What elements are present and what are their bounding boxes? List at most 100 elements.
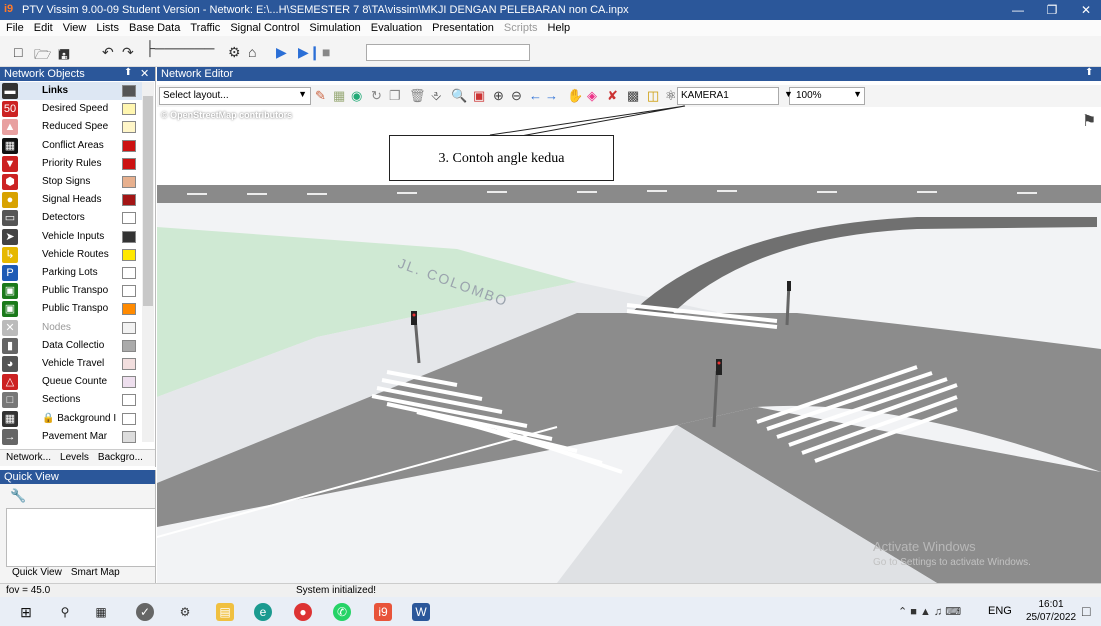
color-swatch[interactable] [122,430,136,443]
menu-view[interactable]: View [57,20,91,34]
network-object-row[interactable]: ✕ Nodes [0,319,142,337]
menu-traffic[interactable]: Traffic [184,20,224,34]
menu-base-data[interactable]: Base Data [123,20,184,34]
network-object-row[interactable]: ▣ Public Transpo [0,282,142,300]
network-object-row[interactable]: ▬ Links [0,82,142,100]
network-object-row[interactable]: P Parking Lots [0,264,142,282]
network-object-row[interactable]: ▦ 🔒 Background I [0,410,142,428]
wrench-icon[interactable]: 🔧 [10,488,26,504]
app-icon[interactable]: ✓ [136,603,154,621]
scrollbar-thumb[interactable] [143,96,153,306]
color-swatch[interactable] [122,321,136,334]
menu-evaluation[interactable]: Evaluation [365,20,426,34]
notification-icon[interactable]: □ [1082,603,1090,619]
restore-button[interactable]: ❐ [1035,0,1069,20]
network-object-row[interactable]: ▮ Data Collectio [0,337,142,355]
network-object-row[interactable]: □ Sections [0,391,142,409]
settings-icon[interactable]: ⚙ [176,603,194,621]
word-icon[interactable]: W [412,603,430,621]
tab-backgrounds[interactable]: Backgro... [92,450,146,463]
copy-icon[interactable]: ❐ [389,88,401,104]
save-icon[interactable]: 🖪 [58,44,70,68]
3d-scene[interactable]: JL. COLOMBO [157,67,1101,583]
undo-icon[interactable]: ↶ [102,44,114,61]
redo-icon[interactable]: ↷ [122,44,134,61]
color-swatch[interactable] [122,103,136,116]
windows-start-icon[interactable]: ⊞ [17,603,35,621]
play-icon[interactable]: ▶ [276,44,287,61]
menu-presentation[interactable]: Presentation [426,20,498,34]
color-swatch[interactable] [122,176,136,188]
color-swatch[interactable] [122,412,136,425]
rotate-icon[interactable]: ↻ [371,88,382,104]
menu-help[interactable]: Help [542,20,575,34]
menu-file[interactable]: File [0,20,28,34]
select-area-icon[interactable]: ⎀ [431,88,441,104]
pin-icon[interactable]: ⬆ [124,67,132,78]
vissim-taskbar-icon[interactable]: i9 [374,603,392,621]
color-swatch[interactable] [122,194,136,207]
menu-simulation[interactable]: Simulation [303,20,364,34]
network-editor[interactable]: JL. COLOMBO Network Editor ⬆ Select layo… [157,67,1101,583]
globe-icon[interactable]: ◉ [351,88,362,104]
network-object-row[interactable]: ▭ Detectors [0,209,142,227]
menu-scripts[interactable]: Scripts [498,20,542,34]
network-object-row[interactable]: ⬢ Stop Signs [0,173,142,191]
network-object-row[interactable]: ▣ Public Transpo [0,300,142,318]
network-object-row[interactable]: → Pavement Mar [0,428,142,446]
color-swatch[interactable] [122,267,136,279]
clock-time[interactable]: 16:01 [1030,599,1072,610]
grid-icon[interactable]: ▦ [333,88,345,104]
step-icon[interactable]: ▶❙ [298,44,321,61]
color-swatch[interactable] [122,157,136,170]
color-swatch[interactable] [122,358,136,370]
network-object-row[interactable]: ● Signal Heads [0,191,142,209]
network-object-row[interactable]: ▼ Priority Rules [0,155,142,173]
whatsapp-icon[interactable]: ✆ [333,603,351,621]
color-swatch[interactable] [122,285,136,298]
color-swatch[interactable] [122,376,136,389]
color-swatch[interactable] [122,248,136,261]
network-object-row[interactable]: ➤ Vehicle Inputs [0,228,142,246]
search-icon[interactable]: ⚲ [56,603,74,621]
edit-icon[interactable]: ✎ [315,88,326,104]
panel-close-icon[interactable]: ✕ [140,67,149,80]
system-tray-icons[interactable]: ⌃ ■ ▲ ♫ ⌨ [898,605,961,618]
home-icon[interactable]: ⌂ [248,44,256,60]
chrome-icon[interactable]: ● [294,603,312,621]
zoom-icon[interactable]: 🔍 [451,88,467,104]
network-object-row[interactable]: ↳ Vehicle Routes [0,246,142,264]
color-swatch[interactable] [122,230,136,243]
color-swatch[interactable] [122,85,136,97]
open-file-icon[interactable]: 🗁 [34,44,51,68]
menu-lists[interactable]: Lists [90,20,123,34]
delete-icon[interactable]: 🗑 [409,88,426,104]
color-swatch[interactable] [122,394,136,407]
network-object-row[interactable]: △ Queue Counte [0,373,142,391]
color-swatch[interactable] [122,303,136,316]
stop-icon[interactable]: ■ [322,44,330,60]
minimize-button[interactable]: — [1001,0,1035,20]
toolbar-dropdown[interactable] [366,44,530,61]
new-file-icon[interactable]: □ [14,44,22,60]
file-explorer-icon[interactable]: ▤ [216,603,234,621]
editor-pin-icon[interactable]: ⬆ [1085,67,1093,78]
color-swatch[interactable] [122,212,136,225]
color-swatch[interactable] [122,339,136,352]
tab-levels[interactable]: Levels [54,450,92,463]
clock-date[interactable]: 25/07/2022 [1020,612,1082,623]
color-swatch[interactable] [122,139,136,152]
menu-signal-control[interactable]: Signal Control [224,20,303,34]
close-button[interactable]: ✕ [1069,0,1101,20]
layout-select[interactable]: Select layout... ▼ [159,87,311,105]
task-view-icon[interactable]: ▦ [92,603,110,621]
edge-icon[interactable]: e [254,603,272,621]
simulation-speed-slider[interactable]: ├────── [145,40,214,56]
color-swatch[interactable] [122,121,136,134]
network-object-row[interactable]: ▲ Reduced Spee [0,118,142,136]
simulation-param-icon[interactable]: ⚙ [228,44,241,61]
language-indicator[interactable]: ENG [988,605,1012,617]
network-object-row[interactable]: ◕ Vehicle Travel [0,355,142,373]
network-object-row[interactable]: 50 Desired Speed [0,100,142,118]
zoom-select[interactable]: ▼ 100% ▼ [784,87,865,105]
